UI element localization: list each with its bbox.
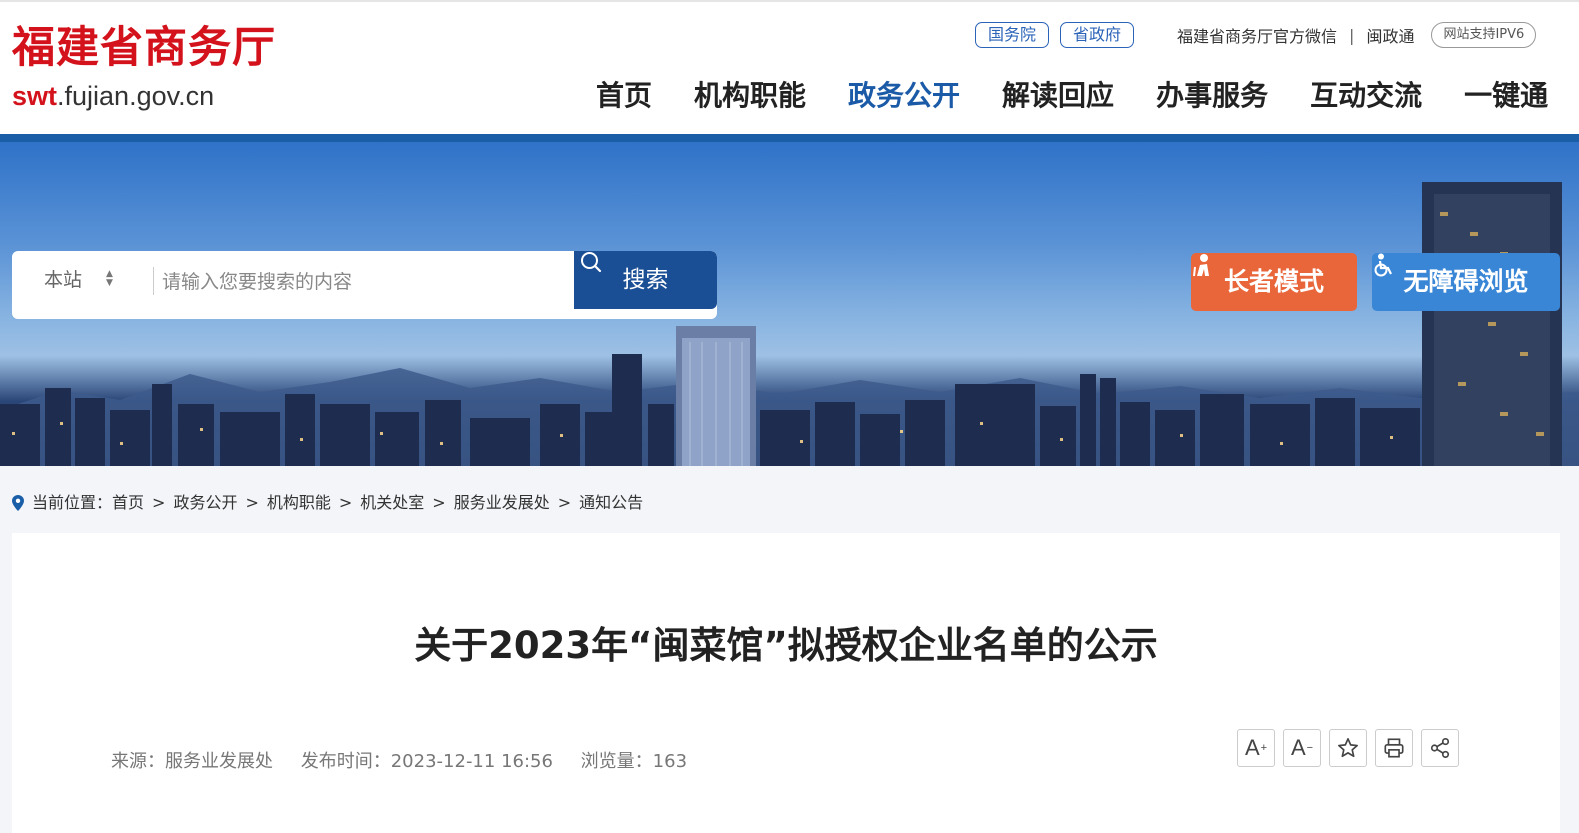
search-icon — [581, 252, 602, 273]
search-button[interactable]: 搜索 — [574, 251, 717, 309]
article-panel: 关于2023年“闽菜馆”拟授权企业名单的公示 来源：服务业发展处 发布时间：20… — [12, 533, 1560, 833]
breadcrumb-departments[interactable]: 机关处室 — [360, 491, 424, 515]
breadcrumb-organization[interactable]: 机构职能 — [267, 491, 331, 515]
article-title: 关于2023年“闽菜馆”拟授权企业名单的公示 — [414, 624, 1158, 667]
print-button[interactable] — [1375, 729, 1413, 767]
breadcrumb-separator: > — [432, 493, 446, 512]
elder-mode-button[interactable]: 长者模式 — [1191, 253, 1357, 311]
domain-prefix: swt — [12, 81, 58, 111]
accessibility-button[interactable]: 无障碍浏览 — [1372, 253, 1560, 311]
breadcrumb-separator: > — [338, 493, 353, 512]
provincial-gov-link[interactable]: 省政府 — [1060, 22, 1135, 48]
nav-one-click[interactable]: 一键通 — [1464, 74, 1548, 118]
breadcrumb: 当前位置： 首页 > 政务公开 > 机构职能 > 机关处室 > 服务业发展处 >… — [12, 491, 643, 515]
site-header: 福建省商务厅 swt.fujian.gov.cn 国务院 省政府 福建省商务厅官… — [0, 0, 1579, 134]
accessibility-label: 无障碍浏览 — [1403, 267, 1529, 296]
article-tools: A + A − — [1237, 729, 1467, 767]
site-domain: swt.fujian.gov.cn — [12, 80, 214, 112]
search-scope-value: 本站 — [44, 269, 83, 291]
breadcrumb-separator: > — [557, 493, 572, 512]
font-decrease-letter: A — [1290, 735, 1306, 760]
font-increase-letter: A — [1244, 735, 1260, 760]
site-logo[interactable]: 福建省商务厅 — [12, 22, 276, 74]
breadcrumb-notices[interactable]: 通知公告 — [579, 491, 643, 515]
nav-interpretation[interactable]: 解读回应 — [1002, 74, 1114, 118]
nav-interaction[interactable]: 互动交流 — [1310, 74, 1422, 118]
breadcrumb-label: 当前位置： — [32, 493, 113, 512]
updown-arrows-icon: ▲ ▼ — [106, 269, 113, 288]
breadcrumb-separator: > — [245, 493, 259, 512]
nav-gov-affairs[interactable]: 政务公开 — [848, 74, 960, 118]
breadcrumb-service-dept[interactable]: 服务业发展处 — [454, 491, 550, 515]
wheelchair-icon — [1374, 253, 1392, 277]
font-decrease-sign: − — [1306, 742, 1314, 754]
nav-home[interactable]: 首页 — [596, 74, 652, 118]
breadcrumb-separator: > — [152, 493, 166, 512]
font-decrease-button[interactable]: A − — [1283, 729, 1321, 767]
share-button[interactable] — [1421, 729, 1459, 767]
font-increase-button[interactable]: A + — [1237, 729, 1275, 767]
favorite-button[interactable] — [1329, 729, 1367, 767]
nav-organization[interactable]: 机构职能 — [694, 74, 806, 118]
state-council-link[interactable]: 国务院 — [975, 22, 1050, 48]
star-icon — [1338, 738, 1358, 758]
search-button-label: 搜索 — [622, 267, 669, 293]
hero-banner: 本站 ▲▼ 搜索 长者模式 无障碍浏览 — [0, 142, 1579, 466]
article-meta: 来源：服务业发展处 发布时间：2023-12-11 16:56 浏览量：163 — [111, 749, 709, 775]
article-views: 浏览量：163 — [580, 751, 688, 772]
site-search-box: 本站 ▲▼ 搜索 — [12, 251, 717, 319]
top-link-separator: | — [1349, 25, 1355, 45]
header-divider — [0, 134, 1579, 142]
article-source: 来源：服务业发展处 — [111, 751, 273, 772]
share-icon — [1430, 738, 1450, 758]
nav-services[interactable]: 办事服务 — [1156, 74, 1268, 118]
location-pin-icon — [12, 495, 24, 511]
elder-mode-label: 长者模式 — [1223, 267, 1324, 296]
search-divider — [153, 267, 154, 295]
main-nav: 首页 机构职能 政务公开 解读回应 办事服务 互动交流 一键通 — [596, 74, 1579, 118]
font-increase-sign: + — [1260, 742, 1268, 754]
search-scope-select[interactable]: 本站 ▲ ▼ — [44, 251, 139, 309]
top-links: 国务院 省政府 福建省商务厅官方微信 | 闽政通 网站支持IPV6 — [975, 22, 1537, 48]
official-wechat-link[interactable]: 福建省商务厅官方微信 — [1177, 23, 1337, 47]
search-input[interactable] — [160, 261, 574, 303]
minzhengtong-link[interactable]: 闽政通 — [1366, 23, 1414, 47]
print-icon — [1384, 738, 1404, 758]
ipv6-badge: 网站支持IPV6 — [1431, 22, 1537, 48]
article-publish-time: 发布时间：2023-12-11 16:56 — [300, 751, 553, 772]
breadcrumb-home[interactable]: 首页 — [112, 491, 144, 515]
elder-person-icon — [1193, 254, 1209, 277]
breadcrumb-gov-affairs[interactable]: 政务公开 — [173, 491, 237, 515]
domain-suffix: .fujian.gov.cn — [57, 81, 215, 111]
